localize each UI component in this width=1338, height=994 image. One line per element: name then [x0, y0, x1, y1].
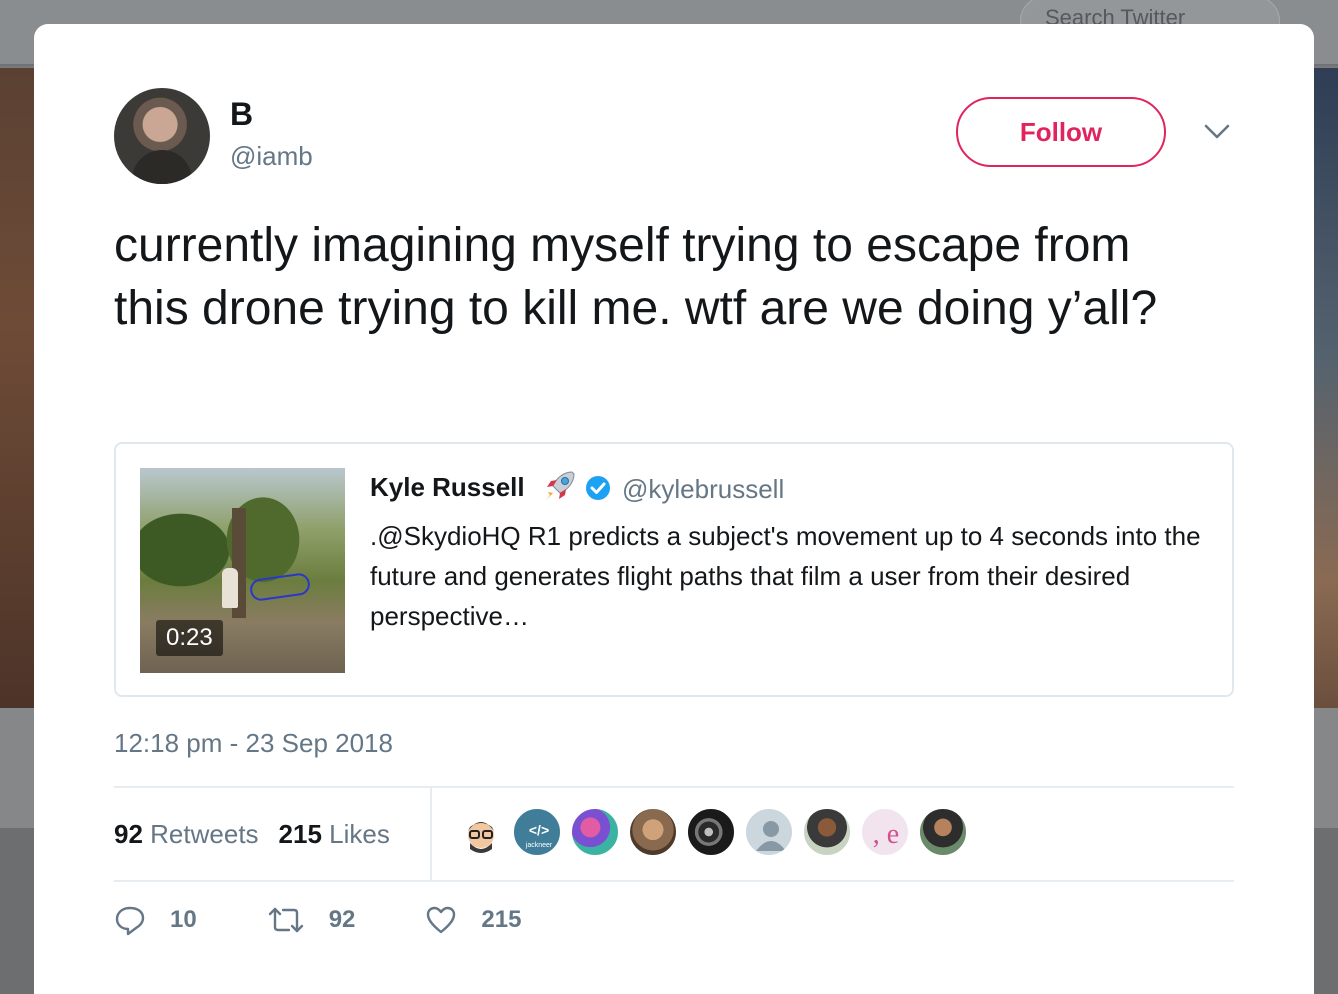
- liker-avatar[interactable]: [454, 807, 504, 857]
- video-duration-badge: 0:23: [156, 620, 223, 656]
- video-thumbnail[interactable]: 0:23: [140, 468, 345, 673]
- quoted-tweet[interactable]: 0:23 Kyle Russell @kylebrussell .@Skydio…: [114, 442, 1234, 697]
- liker-avatars: </> jackneer , e: [454, 807, 968, 863]
- chevron-down-icon[interactable]: [1202, 120, 1232, 144]
- author-avatar[interactable]: [114, 88, 210, 184]
- tweet-actions: 10 92 215: [114, 904, 591, 936]
- liker-avatar-letter: , e: [873, 819, 899, 850]
- background-panel: [0, 708, 34, 828]
- liker-avatar[interactable]: [744, 807, 794, 857]
- likes-count: 215: [278, 818, 322, 849]
- liker-avatar-label: jackneer: [525, 842, 553, 849]
- tweet-timestamp[interactable]: 12:18 pm - 23 Sep 2018: [114, 728, 393, 759]
- liker-avatar[interactable]: , e: [860, 807, 910, 857]
- heart-icon: [427, 906, 456, 934]
- like-button[interactable]: 215: [425, 905, 521, 935]
- retweets-stat[interactable]: 92 Retweets: [114, 819, 259, 850]
- tweet-stats: 92 Retweets 215 Likes: [114, 787, 432, 881]
- retweet-action-count: 92: [328, 906, 356, 933]
- video-frame-flight-path: [248, 571, 312, 603]
- liker-avatar[interactable]: [802, 807, 852, 857]
- background-panel: [1314, 708, 1338, 828]
- author-handle[interactable]: @iamb: [230, 141, 313, 172]
- divider: [114, 880, 1234, 882]
- retweet-button[interactable]: 92: [267, 905, 356, 935]
- liker-avatar[interactable]: </> jackneer: [512, 807, 562, 857]
- tweet-modal: B @iamb Follow currently imagining mysel…: [34, 24, 1314, 994]
- verified-badge-icon: [584, 474, 612, 502]
- retweet-icon: [268, 907, 303, 933]
- reply-button[interactable]: 10: [114, 904, 197, 936]
- author-name[interactable]: B: [230, 96, 253, 133]
- retweets-label: Retweets: [150, 818, 259, 849]
- reply-count: 10: [170, 906, 197, 933]
- rocket-icon: [542, 468, 578, 504]
- liker-avatar[interactable]: [686, 807, 736, 857]
- reply-icon: [115, 906, 145, 936]
- liker-avatar[interactable]: [570, 807, 620, 857]
- quoted-author-name[interactable]: Kyle Russell: [370, 472, 525, 503]
- tweet-text: currently imagining myself trying to esc…: [114, 219, 1158, 335]
- follow-button[interactable]: Follow: [956, 97, 1166, 167]
- liker-avatar-code-mark: </>: [529, 822, 549, 838]
- liker-avatar[interactable]: [918, 807, 968, 857]
- likes-stat[interactable]: 215 Likes: [279, 819, 390, 850]
- video-frame-person: [222, 568, 238, 608]
- likes-label: Likes: [329, 818, 390, 849]
- background-left-image: [0, 68, 34, 708]
- quoted-author-handle[interactable]: @kylebrussell: [622, 474, 784, 505]
- retweets-count: 92: [114, 818, 143, 849]
- liker-avatar[interactable]: [628, 807, 678, 857]
- background-right-image: [1314, 68, 1338, 708]
- quoted-tweet-text: .@SkydioHQ R1 predicts a subject's movem…: [370, 521, 1201, 631]
- like-action-count: 215: [481, 906, 522, 933]
